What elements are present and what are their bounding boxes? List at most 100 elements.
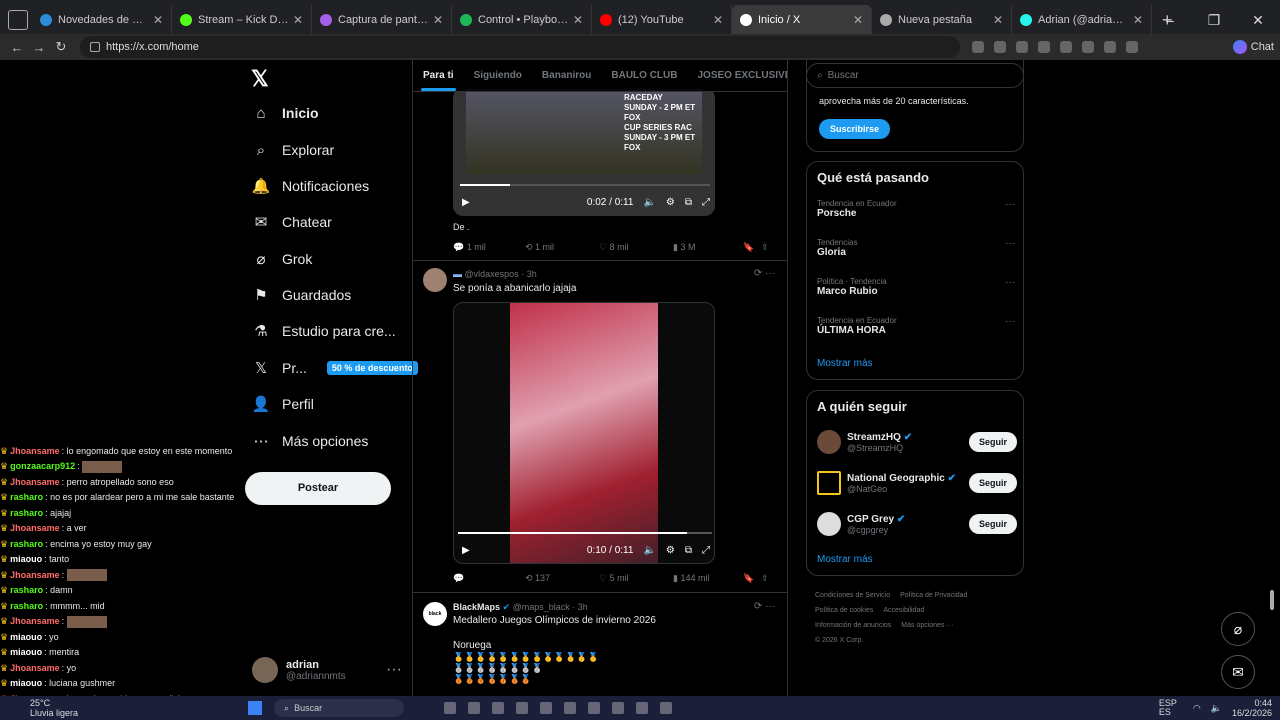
post2-time[interactable]: 3h (527, 269, 537, 279)
like-button[interactable]: ♡ 8 mil (599, 242, 673, 253)
settings-icon[interactable]: ⚙ (666, 545, 675, 556)
footer-link[interactable]: Más opciones ··· (901, 622, 953, 629)
trends-show-more[interactable]: Mostrar más (817, 358, 873, 369)
close-tab-icon[interactable]: ✕ (433, 13, 443, 27)
reply-button[interactable]: 💬 1 mil (453, 242, 525, 253)
more-icon[interactable]: ··· (386, 661, 402, 679)
copilot-chat-button[interactable]: Chat (1232, 40, 1274, 54)
extension-icon[interactable] (994, 41, 1006, 53)
video-progress[interactable] (458, 532, 712, 534)
extension-icon[interactable] (1104, 41, 1116, 53)
close-tab-icon[interactable]: ✕ (853, 13, 863, 27)
reload-button[interactable]: ↻ (50, 39, 72, 55)
back-button[interactable]: ← (6, 40, 28, 55)
post2-video[interactable]: ▶ 0:10 / 0:11 🔈 ⚙ ⧉ ⤢ (453, 302, 715, 564)
app-icon[interactable] (540, 702, 553, 714)
post2-handle[interactable]: @vldaxespos (465, 269, 519, 279)
post3-time[interactable]: 3h (578, 602, 588, 612)
chat-user[interactable]: Jhoansame (10, 446, 60, 456)
timeline-tab[interactable]: JOSEO EXCLUSIVE (687, 70, 787, 81)
x-logo[interactable]: 𝕏 (251, 66, 269, 92)
post3-name[interactable]: BlackMaps (453, 602, 500, 612)
repost-button[interactable]: ⟲ 1 mil (525, 242, 599, 253)
more-icon[interactable]: ··· (1005, 316, 1015, 327)
chat-user[interactable]: miaouo (10, 554, 42, 564)
close-tab-icon[interactable]: ✕ (573, 13, 583, 27)
close-window-button[interactable]: ✕ (1236, 12, 1280, 29)
follow-show-more[interactable]: Mostrar más (817, 554, 873, 565)
nav-item-estudio-para-cre[interactable]: ⚗ Estudio para cre... (252, 322, 395, 340)
nav-item-grok[interactable]: ⌀ Grok (252, 250, 312, 268)
volume-icon[interactable]: 🔈 (643, 545, 655, 556)
close-tab-icon[interactable]: ✕ (153, 13, 163, 27)
browser-tab[interactable]: Novedades de Microsoft Edge ✕ (32, 5, 172, 35)
trend-item[interactable]: Política · Tendencia Marco Rubio ··· (817, 277, 1015, 297)
wifi-icon[interactable]: ◠ (1193, 703, 1201, 714)
app-icon[interactable] (468, 702, 481, 714)
url-field[interactable]: https://x.com/home (80, 36, 960, 58)
extension-icon[interactable] (1060, 41, 1072, 53)
chat-user[interactable]: Jhoansame (10, 477, 60, 487)
nav-item-pr[interactable]: 𝕏 Pr... 50 % de descuento (252, 359, 418, 377)
weather-widget[interactable]: 25°C Lluvia ligera (30, 698, 78, 718)
like-button[interactable]: ♡ 5 mil (599, 573, 673, 584)
reply-button[interactable]: 💬 (453, 573, 525, 584)
follow-button[interactable]: Seguir (968, 432, 1017, 452)
app-icon[interactable] (492, 702, 505, 714)
browser-tab[interactable]: (12) YouTube ✕ (592, 5, 732, 35)
app-icon[interactable] (516, 702, 529, 714)
browser-tab[interactable]: Control • Playboi Carti ✕ (452, 5, 592, 35)
bookmark-icon[interactable]: 🔖 (743, 573, 761, 584)
chat-user[interactable]: rasharo (10, 601, 43, 611)
settings-icon[interactable]: ⚙ (666, 197, 675, 208)
avatar[interactable]: black (423, 602, 447, 626)
app-icon[interactable] (444, 702, 457, 714)
app-icon[interactable] (564, 702, 577, 714)
nav-item-guardados[interactable]: ⚑ Guardados (252, 286, 351, 304)
profile-avatar[interactable] (1126, 41, 1138, 53)
post-button[interactable]: Postear (245, 472, 391, 505)
minimize-button[interactable]: – (1148, 12, 1192, 28)
share-icon[interactable]: ⇪ (761, 573, 769, 584)
app-icon[interactable] (636, 702, 649, 714)
chat-user[interactable]: Jhoansame (10, 663, 60, 673)
pip-icon[interactable]: ⧉ (685, 545, 692, 556)
post1-video[interactable]: RACEDAY SUNDAY - 2 PM ET FOX CUP SERIES RAC… (453, 88, 715, 216)
language-indicator[interactable]: ESP ES (1159, 699, 1183, 717)
subscribe-button[interactable]: Suscribirse (819, 119, 891, 139)
views-button[interactable]: ▮ 144 mil (673, 573, 743, 584)
close-tab-icon[interactable]: ✕ (713, 13, 723, 27)
nav-item-notificaciones[interactable]: 🔔 Notificaciones (252, 177, 370, 195)
star-icon[interactable] (1016, 41, 1028, 53)
play-icon[interactable]: ▶ (462, 545, 470, 556)
chat-user[interactable]: rasharo (10, 585, 43, 595)
chat-user[interactable]: rasharo (10, 508, 43, 518)
follow-button[interactable]: Seguir (968, 473, 1017, 493)
more-icon[interactable]: ··· (1005, 199, 1015, 210)
grok-float-button[interactable]: ⌀ (1221, 612, 1255, 646)
video-progress[interactable] (460, 184, 710, 186)
avatar[interactable] (423, 268, 447, 292)
chat-user[interactable]: miaouo (10, 632, 42, 642)
footer-link[interactable]: Política de Privacidad (900, 592, 967, 599)
fullscreen-icon[interactable]: ⤢ (702, 545, 710, 556)
browser-tab[interactable]: Captura de pantalla por Lightshot ✕ (312, 5, 452, 35)
bookmark-icon[interactable]: 🔖 (743, 242, 761, 253)
post3-handle[interactable]: @maps_black (513, 602, 570, 612)
footer-link[interactable]: Accesibilidad (883, 607, 924, 614)
browser-tab[interactable]: Adrian (@adrianntdg) | TikTok ✕ (1012, 5, 1152, 35)
nav-item-explorar[interactable]: ⌕ Explorar (252, 141, 334, 159)
close-tab-icon[interactable]: ✕ (993, 13, 1003, 27)
clock[interactable]: 0:44 16/2/2026 (1232, 698, 1272, 718)
trend-item[interactable]: Tendencia en Ecuador Porsche ··· (817, 199, 1015, 219)
post3-menu[interactable]: ⟳ ··· (754, 601, 775, 612)
play-icon[interactable]: ▶ (462, 197, 470, 208)
browser-tab[interactable]: Inicio / X ✕ (732, 5, 872, 35)
post2-menu[interactable]: ⟳ ··· (754, 268, 775, 279)
volume-icon[interactable]: 🔈 (643, 197, 655, 208)
windows-start-icon[interactable] (248, 701, 263, 715)
trend-item[interactable]: Tendencias Gloria ··· (817, 238, 1015, 258)
app-icon[interactable] (588, 702, 601, 714)
maximize-button[interactable]: ❐ (1192, 12, 1236, 29)
nav-item-chatear[interactable]: ✉ Chatear (252, 213, 332, 231)
